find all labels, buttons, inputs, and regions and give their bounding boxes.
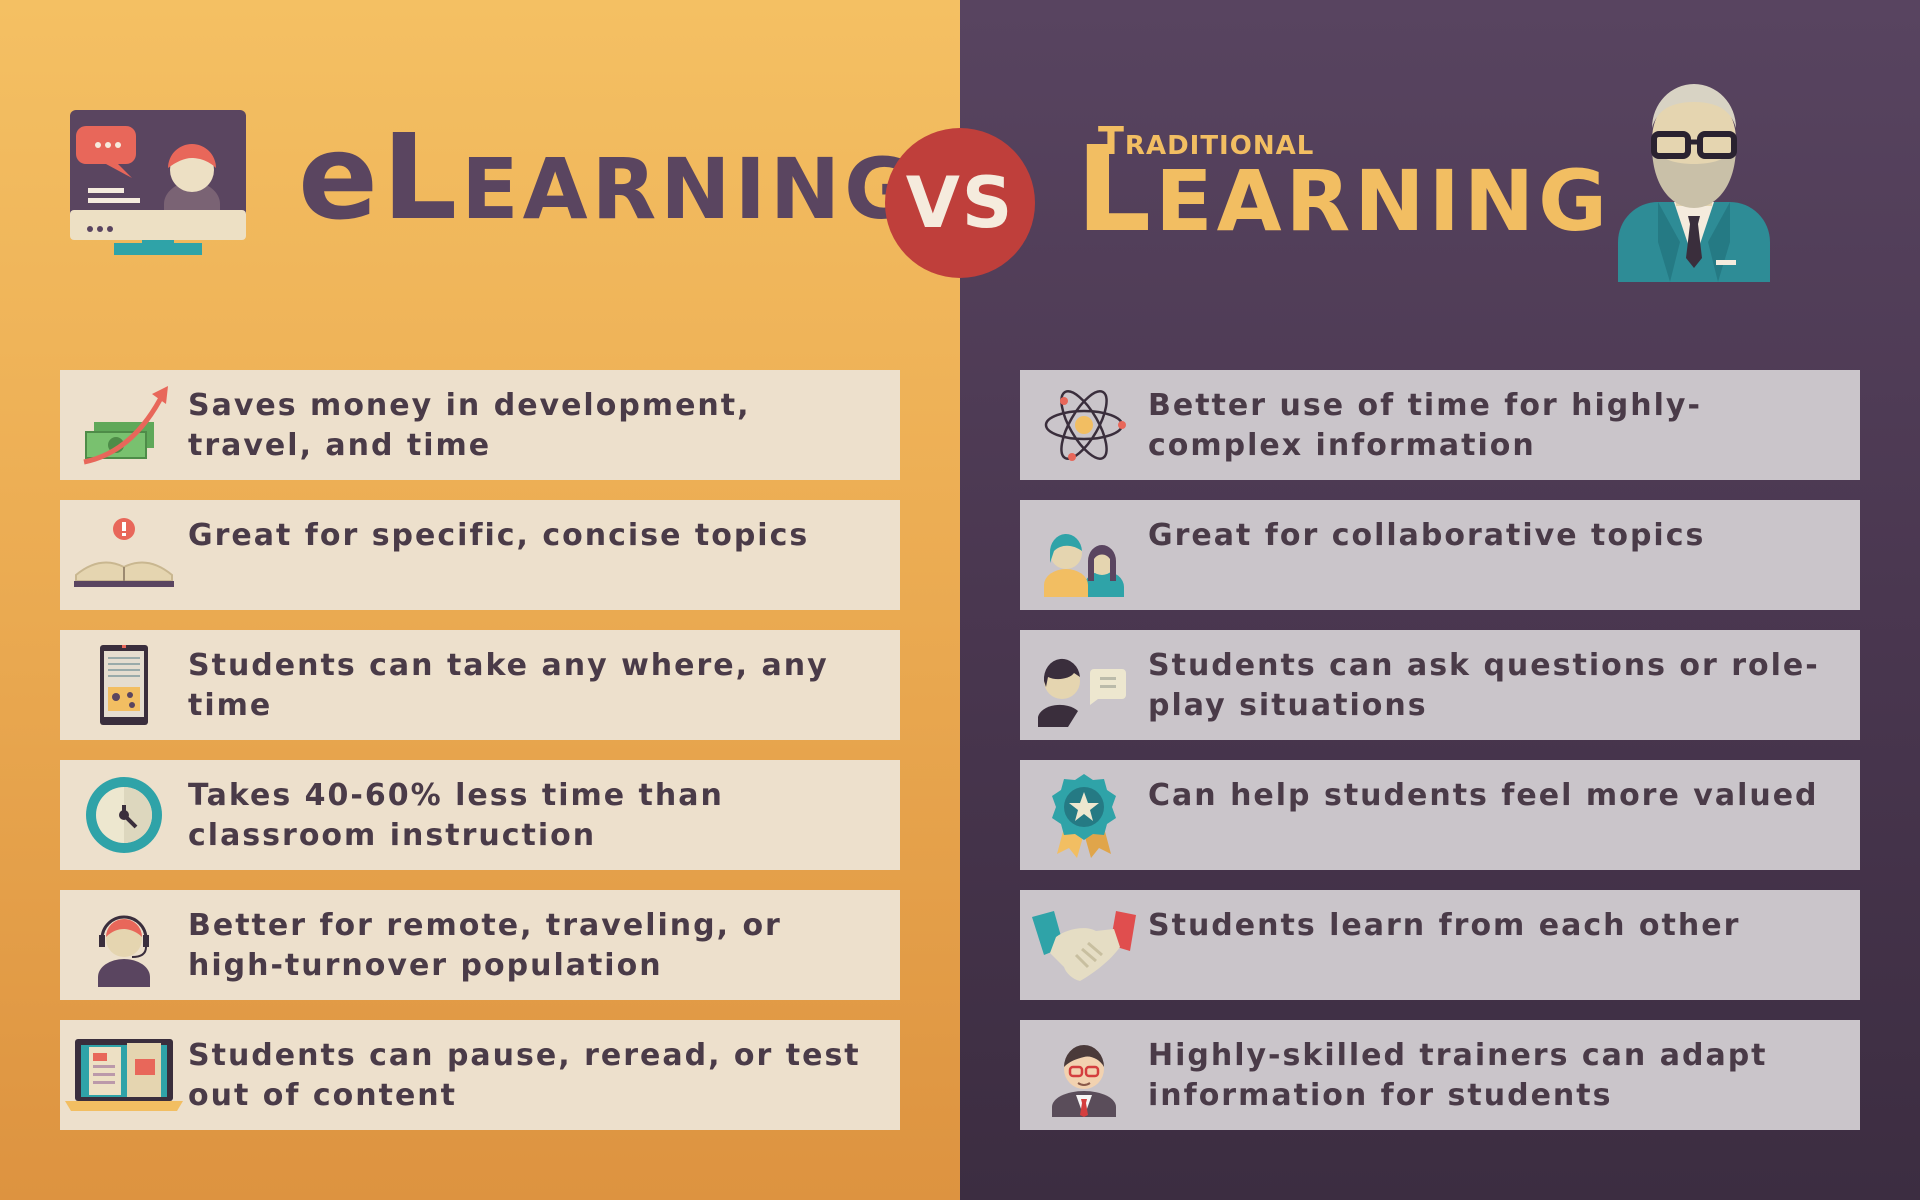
elearning-title: eLEARNING [298,118,917,253]
headset-operator-icon [60,890,188,1000]
elearning-item: Better for remote, traveling, or high-tu… [60,890,900,1000]
traditional-item-text: Students can ask questions or role-play … [1148,648,1820,723]
elearning-item-text: Saves money in development, travel, and … [188,388,751,463]
traditional-title-big: L [1076,120,1156,258]
traditional-item-text: Better use of time for highly-complex in… [1148,388,1702,463]
traditional-item-text: Students learn from each other [1148,908,1741,943]
traditional-item: Can help students feel more valued [1020,760,1860,870]
vs-badge: VS [885,128,1035,278]
laptop-content-icon [60,1020,188,1130]
vs-label: VS [905,162,1015,244]
trainer-icon [1020,1020,1148,1130]
elearning-item-text: Students can take any where, any time [188,648,829,723]
handshake-icon [1020,890,1148,1000]
clock-icon [60,760,188,870]
elearning-item: Students can pause, reread, or test out … [60,1020,900,1130]
money-growth-icon [60,370,188,480]
traditional-item: Great for collaborative topics [1020,500,1860,610]
professor-icon [1614,76,1774,282]
award-badge-icon [1020,760,1148,870]
traditional-item-text: Highly-skilled trainers can adapt inform… [1148,1038,1768,1113]
elearning-item: Great for specific, concise topics [60,500,900,610]
traditional-item-text: Can help students feel more valued [1148,778,1819,813]
elearning-item-text: Better for remote, traveling, or high-tu… [188,908,782,983]
traditional-item: Students learn from each other [1020,890,1860,1000]
two-people-icon [1020,500,1148,610]
traditional-item: Students can ask questions or role-play … [1020,630,1860,740]
elearning-item-text: Students can pause, reread, or test out … [188,1038,861,1113]
open-book-alert-icon [60,500,188,610]
elearning-item-text: Takes 40-60% less time than classroom in… [188,778,724,853]
tablet-icon [60,630,188,740]
elearning-item: Takes 40-60% less time than classroom in… [60,760,900,870]
traditional-title-rest: EARNING [1155,152,1612,250]
atom-icon [1020,370,1148,480]
elearning-item: Saves money in development, travel, and … [60,370,900,480]
traditional-item: Better use of time for highly-complex in… [1020,370,1860,480]
monitor-video-chat-icon [68,108,248,280]
traditional-item: Highly-skilled trainers can adapt inform… [1020,1020,1860,1130]
elearning-title-big: eL [298,108,462,246]
traditional-item-text: Great for collaborative topics [1148,518,1706,553]
elearning-title-rest: EARNING [461,140,918,238]
elearning-item: Students can take any where, any time [60,630,900,740]
person-question-icon [1020,630,1148,740]
elearning-item-text: Great for specific, concise topics [188,518,810,553]
traditional-word: LEARNING [1076,130,1611,248]
